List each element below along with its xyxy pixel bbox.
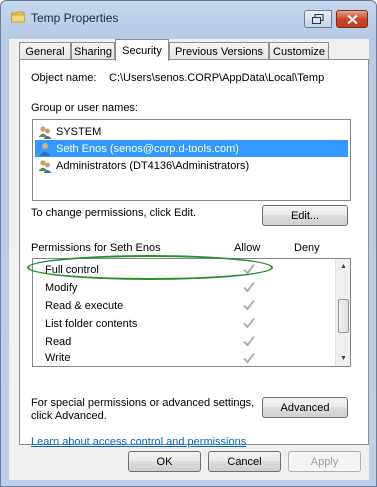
permission-name: Modify bbox=[45, 282, 78, 294]
folder-icon bbox=[11, 11, 25, 23]
list-item-administrators[interactable]: Administrators (DT4136\Administrators) bbox=[35, 157, 348, 174]
permission-row: List folder contents bbox=[33, 315, 338, 333]
list-item-system[interactable]: SYSTEM bbox=[35, 123, 348, 140]
edit-hint: To change permissions, click Edit. bbox=[31, 207, 197, 219]
users-listbox[interactable]: SYSTEM Seth Enos (senos@corp.d-tools.com… bbox=[32, 119, 351, 201]
permission-row: Read & execute bbox=[33, 297, 338, 315]
permission-name: Write bbox=[45, 352, 71, 364]
close-icon bbox=[346, 14, 358, 24]
advanced-button[interactable]: Advanced bbox=[262, 397, 348, 418]
object-name-value: C:\Users\senos.CORP\AppData\Local\Temp bbox=[109, 72, 325, 84]
properties-window: Temp Properties General Sharing Security… bbox=[0, 0, 377, 487]
restore-button[interactable] bbox=[304, 10, 332, 28]
group-users-icon bbox=[38, 125, 52, 139]
scroll-down-icon[interactable]: ▼ bbox=[339, 354, 348, 363]
apply-button[interactable]: Apply bbox=[288, 451, 361, 472]
permission-name: Full control bbox=[45, 264, 99, 276]
dialog-client-area: General Sharing Security Previous Versio… bbox=[9, 39, 369, 480]
window-title: Temp Properties bbox=[31, 11, 119, 25]
title-bar[interactable]: Temp Properties bbox=[1, 1, 376, 35]
object-name-label: Object name: bbox=[31, 72, 97, 84]
deny-column-header: Deny bbox=[294, 242, 320, 254]
user-name: Administrators (DT4136\Administrators) bbox=[56, 159, 250, 172]
scroll-thumb[interactable] bbox=[338, 299, 349, 333]
check-icon bbox=[243, 263, 255, 275]
user-name: SYSTEM bbox=[56, 125, 102, 138]
advanced-hint-line1: For special permissions or advanced sett… bbox=[31, 397, 255, 409]
permission-name: Read bbox=[45, 336, 72, 348]
tab-strip: General Sharing Security Previous Versio… bbox=[19, 39, 369, 61]
check-icon bbox=[243, 299, 255, 311]
tab-customize[interactable]: Customize bbox=[269, 42, 329, 60]
learn-more-link[interactable]: Learn about access control and permissio… bbox=[31, 436, 246, 448]
permission-name: List folder contents bbox=[45, 318, 138, 330]
permission-row: Full control bbox=[33, 261, 338, 279]
permission-row: Modify bbox=[33, 279, 338, 297]
group-users-label: Group or user names: bbox=[31, 102, 138, 114]
list-item-seth-enos[interactable]: Seth Enos (senos@corp.d-tools.com) bbox=[35, 140, 348, 157]
check-icon bbox=[243, 335, 255, 347]
tab-general[interactable]: General bbox=[19, 42, 71, 60]
scroll-up-icon[interactable]: ▲ bbox=[339, 262, 348, 271]
check-icon bbox=[243, 317, 255, 329]
group-users-icon bbox=[38, 159, 52, 173]
permission-row: Write bbox=[33, 351, 338, 365]
check-icon bbox=[243, 352, 255, 364]
permission-name: Read & execute bbox=[45, 300, 124, 312]
restore-icon bbox=[312, 14, 324, 24]
security-panel: Object name: C:\Users\senos.CORP\AppData… bbox=[19, 59, 369, 448]
user-icon bbox=[39, 142, 51, 156]
advanced-hint-line2: click Advanced. bbox=[31, 410, 107, 422]
edit-button[interactable]: Edit... bbox=[262, 205, 348, 226]
close-button[interactable] bbox=[336, 10, 368, 28]
tab-previous-versions[interactable]: Previous Versions bbox=[169, 42, 269, 60]
permissions-label: Permissions for Seth Enos bbox=[31, 242, 161, 254]
permissions-scrollbar[interactable]: ▲ ▼ bbox=[335, 259, 350, 366]
tab-sharing[interactable]: Sharing bbox=[71, 42, 115, 60]
permission-row: Read bbox=[33, 333, 338, 351]
allow-column-header: Allow bbox=[234, 242, 261, 254]
cancel-button[interactable]: Cancel bbox=[208, 451, 281, 472]
ok-button[interactable]: OK bbox=[128, 451, 201, 472]
user-name: Seth Enos (senos@corp.d-tools.com) bbox=[56, 142, 239, 155]
check-icon bbox=[243, 281, 255, 293]
tab-security[interactable]: Security bbox=[115, 39, 169, 61]
permissions-list[interactable]: Full control Modify Read & execute List … bbox=[32, 258, 351, 367]
